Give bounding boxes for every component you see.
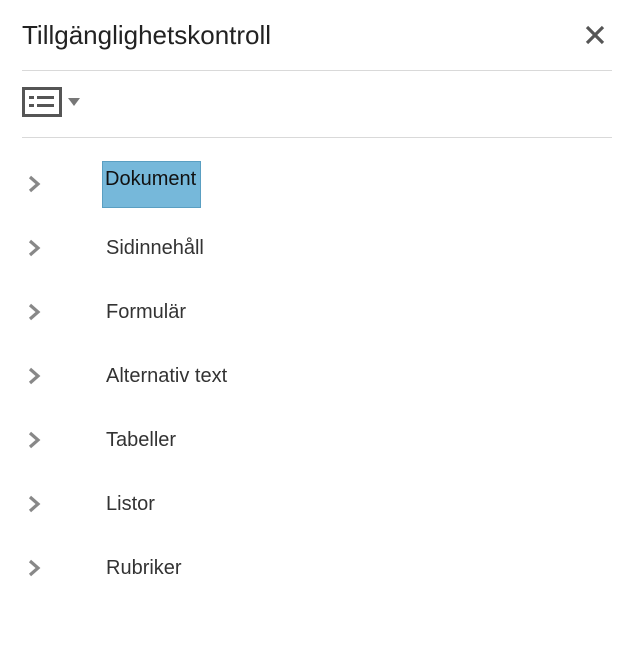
tree-item-label: Sidinnehåll <box>102 231 208 266</box>
toolbar <box>22 71 612 138</box>
tree-item-alternativ-text[interactable]: Alternativ text <box>22 358 612 394</box>
chevron-right-icon <box>22 556 46 580</box>
tree-item-rubriker[interactable]: Rubriker <box>22 550 612 586</box>
chevron-right-icon <box>22 300 46 324</box>
tree-item-label: Formulär <box>102 295 190 330</box>
tree-item-label: Listor <box>102 487 159 522</box>
panel-header: Tillgänglighetskontroll <box>22 18 612 71</box>
tree-list: Dokument Sidinnehåll Formulär Alternativ… <box>22 138 612 586</box>
list-options-icon <box>22 87 62 117</box>
close-button[interactable] <box>578 18 612 52</box>
tree-item-sidinnehall[interactable]: Sidinnehåll <box>22 230 612 266</box>
dropdown-caret-icon <box>68 98 80 106</box>
options-menu-button[interactable] <box>22 87 80 117</box>
tree-item-label: Dokument <box>102 161 201 208</box>
chevron-right-icon <box>22 172 46 196</box>
tree-item-listor[interactable]: Listor <box>22 486 612 522</box>
panel-title: Tillgänglighetskontroll <box>22 20 271 51</box>
chevron-right-icon <box>22 428 46 452</box>
tree-item-tabeller[interactable]: Tabeller <box>22 422 612 458</box>
tree-item-label: Tabeller <box>102 423 180 458</box>
chevron-right-icon <box>22 364 46 388</box>
chevron-right-icon <box>22 236 46 260</box>
chevron-right-icon <box>22 492 46 516</box>
tree-item-formular[interactable]: Formulär <box>22 294 612 330</box>
tree-item-label: Rubriker <box>102 551 186 586</box>
tree-item-label: Alternativ text <box>102 359 231 394</box>
tree-item-dokument[interactable]: Dokument <box>22 166 612 202</box>
close-icon <box>584 24 606 46</box>
